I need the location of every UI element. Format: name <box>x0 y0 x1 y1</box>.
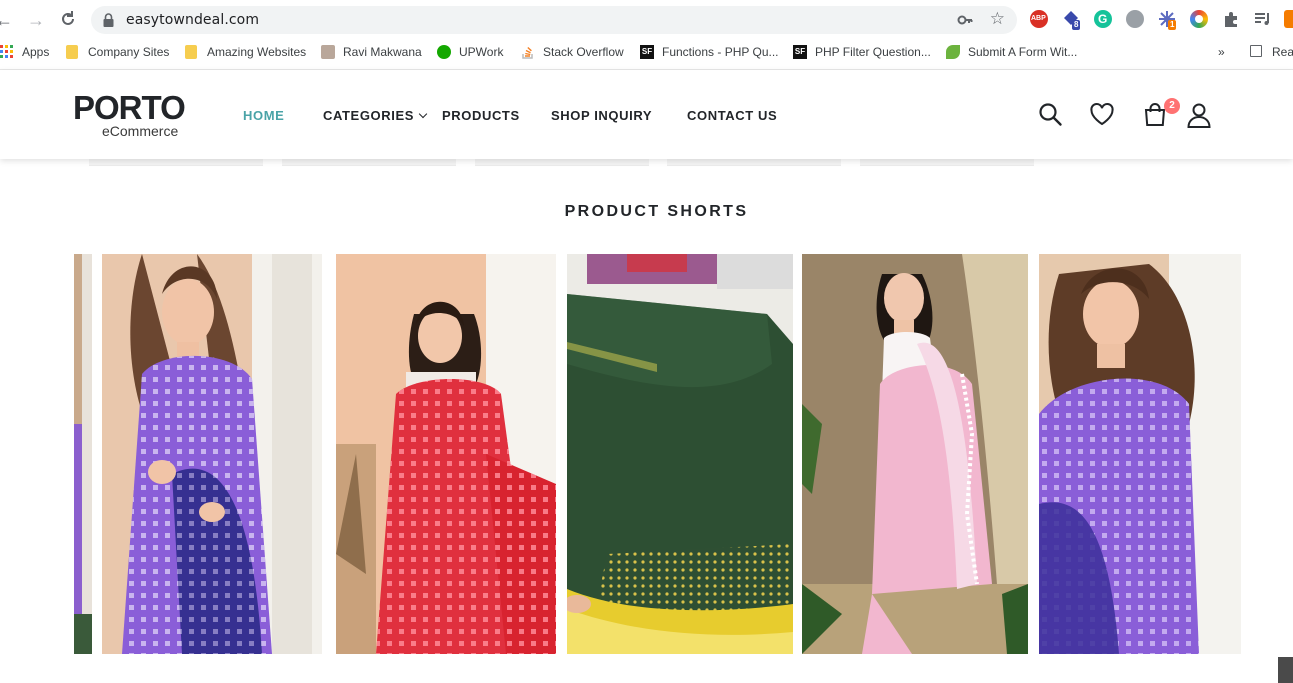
adblock-extension-icon[interactable]: ABP <box>1030 10 1048 28</box>
section-title: PRODUCT SHORTS <box>564 203 749 220</box>
folder-icon <box>185 45 197 59</box>
reading-list-icon <box>1250 45 1262 57</box>
wishlist-heart-icon[interactable] <box>1089 102 1115 128</box>
chevron-right-icon: » <box>1218 45 1225 59</box>
address-bar[interactable]: easytowndeal.com ☆ <box>91 6 1017 34</box>
porto-logo[interactable]: PORTO eCommerce <box>73 89 186 140</box>
puzzle-extensions-icon[interactable] <box>1222 10 1240 28</box>
short-purple-saree[interactable] <box>102 254 322 654</box>
settings-extension-icon[interactable] <box>1126 10 1144 28</box>
reload-icon[interactable] <box>58 10 78 30</box>
bookmark-label: Amazing Websites <box>207 45 307 59</box>
extension-5-icon[interactable]: 1 <box>1158 10 1177 30</box>
short-red-saree[interactable] <box>336 254 556 654</box>
nav-categories-label: CATEGORIES <box>323 108 414 123</box>
cart-count-badge: 2 <box>1164 98 1180 114</box>
bookmark-label: Functions - PHP Qu... <box>662 45 779 59</box>
url-text: easytowndeal.com <box>126 12 260 28</box>
logo-word: PORTO <box>73 89 186 126</box>
reading-list-label: Rea <box>1272 45 1293 59</box>
lock-icon <box>103 13 114 27</box>
bookmark-label: Stack Overflow <box>543 45 624 59</box>
nav-contact-us[interactable]: CONTACT US <box>687 108 777 124</box>
nav-products[interactable]: PRODUCTS <box>442 108 520 124</box>
forward-arrow-icon[interactable]: → <box>26 10 46 30</box>
back-arrow-icon[interactable]: ← <box>0 10 14 30</box>
bookmark-label: Company Sites <box>88 45 170 59</box>
short-partial-left[interactable] <box>74 254 92 654</box>
bookmark-star-icon[interactable]: ☆ <box>990 9 1005 29</box>
media-control-icon[interactable] <box>1254 10 1272 28</box>
search-icon[interactable] <box>1038 102 1064 128</box>
user-account-icon[interactable] <box>1186 102 1212 128</box>
bookmark-label: Ravi Makwana <box>343 45 422 59</box>
site-header: PORTO eCommerce HOME CATEGORIES PRODUCTS… <box>0 70 1293 159</box>
short-purple-saree-2[interactable] <box>1039 254 1241 654</box>
short-green-silk-fabric[interactable] <box>567 254 793 654</box>
color-picker-extension-icon[interactable] <box>1190 10 1208 28</box>
folder-icon <box>66 45 78 59</box>
browser-toolbar: ← → easytowndeal.com ☆ ABP 8 G 1 <box>0 0 1293 40</box>
logo-subtitle: eCommerce <box>102 123 179 139</box>
sf-icon: SF <box>640 45 654 59</box>
more-bookmarks-button[interactable]: » <box>1218 43 1225 61</box>
leaf-icon <box>946 45 960 59</box>
short-pink-saree[interactable] <box>802 254 1028 654</box>
bookmark-label: Submit A Form Wit... <box>968 45 1078 59</box>
bookmark-label: UPWork <box>459 45 504 59</box>
bookmark-label: Apps <box>22 45 50 59</box>
nav-categories[interactable]: CATEGORIES <box>323 108 428 124</box>
avatar-icon <box>321 45 335 59</box>
chevron-down-icon <box>418 109 428 119</box>
bookmarks-bar: Apps Company Sites Amazing Websites Ravi… <box>0 40 1293 64</box>
nav-shop-inquiry[interactable]: SHOP INQUIRY <box>551 108 652 124</box>
grammarly-extension-icon[interactable]: G <box>1094 10 1112 28</box>
sf-icon: SF <box>793 45 807 59</box>
apps-grid-icon <box>0 45 13 58</box>
extension-2-icon[interactable]: 8 <box>1062 10 1081 30</box>
bookmark-label: PHP Filter Question... <box>815 45 931 59</box>
page-scrollbar-thumb[interactable] <box>1278 657 1293 683</box>
nav-home[interactable]: HOME <box>243 108 284 124</box>
stackoverflow-icon <box>522 46 533 59</box>
profile-extension-icon[interactable] <box>1284 10 1293 28</box>
upwork-icon <box>437 45 451 59</box>
key-icon[interactable] <box>957 12 973 28</box>
